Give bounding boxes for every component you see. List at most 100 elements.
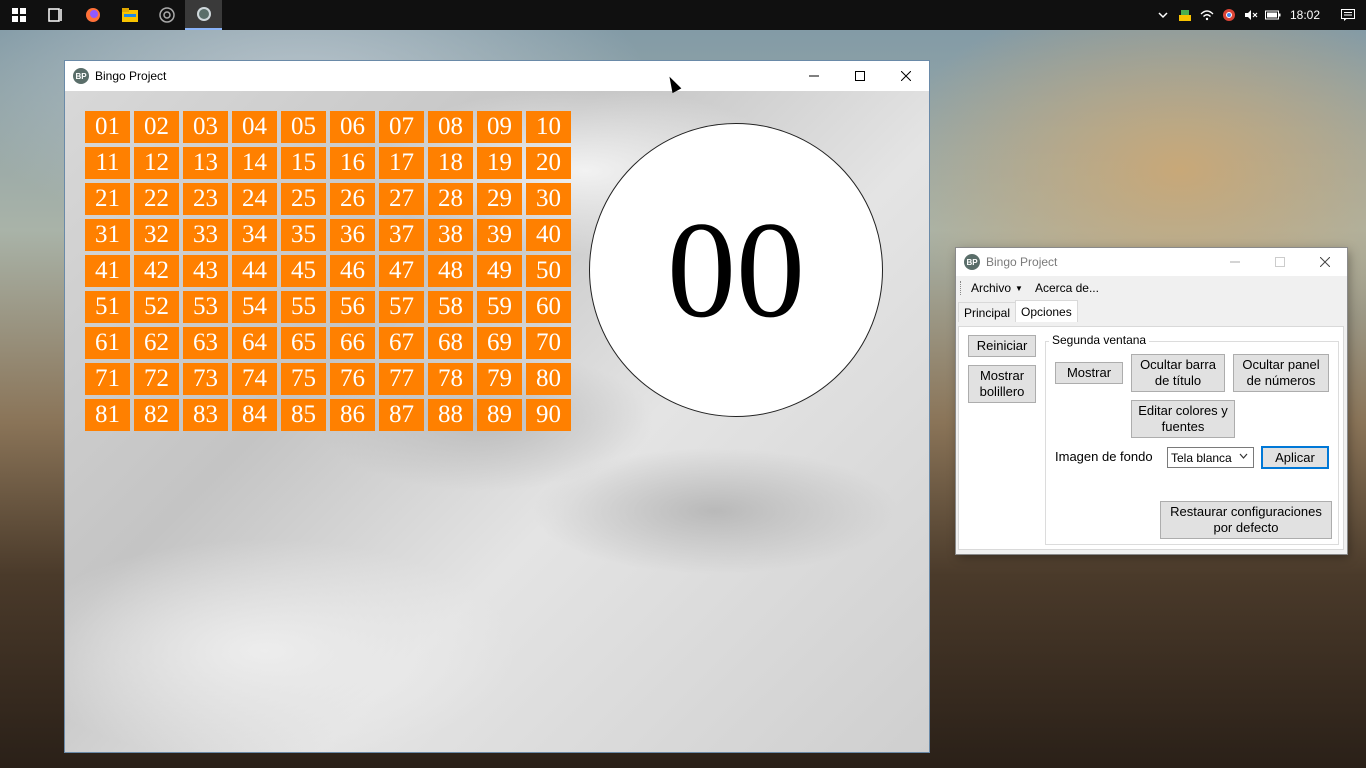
tab-principal[interactable]: Principal <box>958 302 1017 322</box>
menu-archivo[interactable]: Archivo ▼ <box>965 281 1029 295</box>
number-cell: 50 <box>526 255 571 287</box>
number-cell: 42 <box>134 255 179 287</box>
number-cell: 37 <box>379 219 424 251</box>
ocultar-barra-button[interactable]: Ocultar barra de título <box>1131 354 1225 392</box>
number-cell: 52 <box>134 291 179 323</box>
number-cell: 71 <box>85 363 130 395</box>
network-activity-icon[interactable] <box>1174 0 1196 30</box>
number-cell: 14 <box>232 147 277 179</box>
number-cell: 60 <box>526 291 571 323</box>
mostrar-button[interactable]: Mostrar <box>1055 362 1123 384</box>
number-cell: 75 <box>281 363 326 395</box>
task-view-icon[interactable] <box>37 0 74 30</box>
reiniciar-button[interactable]: Reiniciar <box>968 335 1036 357</box>
number-cell: 26 <box>330 183 375 215</box>
number-cell: 87 <box>379 399 424 431</box>
number-cell: 21 <box>85 183 130 215</box>
wifi-icon[interactable] <box>1196 0 1218 30</box>
number-cell: 15 <box>281 147 326 179</box>
minimize-button[interactable] <box>1212 248 1257 276</box>
number-cell: 90 <box>526 399 571 431</box>
number-cell: 77 <box>379 363 424 395</box>
number-cell: 06 <box>330 111 375 143</box>
number-cell: 55 <box>281 291 326 323</box>
clock[interactable]: 18:02 <box>1284 8 1330 22</box>
mostrar-bolillero-button[interactable]: Mostrar bolillero <box>968 365 1036 403</box>
restaurar-button[interactable]: Restaurar configuraciones por defecto <box>1160 501 1332 539</box>
windows-start-icon[interactable] <box>0 0 37 30</box>
aplicar-button[interactable]: Aplicar <box>1261 446 1329 469</box>
close-button[interactable] <box>883 61 929 91</box>
number-cell: 03 <box>183 111 228 143</box>
taskbar: 18:02 <box>0 0 1366 30</box>
bingo-project-icon[interactable] <box>185 0 222 30</box>
number-cell: 41 <box>85 255 130 287</box>
menu-acerca[interactable]: Acerca de... <box>1029 281 1105 295</box>
number-cell: 35 <box>281 219 326 251</box>
number-cell: 56 <box>330 291 375 323</box>
number-cell: 40 <box>526 219 571 251</box>
ocultar-panel-button[interactable]: Ocultar panel de números <box>1233 354 1329 392</box>
number-cell: 30 <box>526 183 571 215</box>
chevron-up-icon[interactable] <box>1152 0 1174 30</box>
tab-opciones[interactable]: Opciones <box>1015 300 1078 322</box>
imagen-fondo-select[interactable]: Tela blanca <box>1167 447 1254 468</box>
number-cell: 79 <box>477 363 522 395</box>
current-number: 00 <box>667 193 805 346</box>
number-cell: 44 <box>232 255 277 287</box>
chrome-icon[interactable] <box>148 0 185 30</box>
number-cell: 65 <box>281 327 326 359</box>
number-cell: 54 <box>232 291 277 323</box>
battery-icon[interactable] <box>1262 0 1284 30</box>
main-content: 01 02 03 04 05 06 07 08 09 10 11 12 13 14 15 16 17 18 19 20… <box>65 91 929 752</box>
number-cell: 28 <box>428 183 473 215</box>
number-cell: 62 <box>134 327 179 359</box>
number-cell: 10 <box>526 111 571 143</box>
file-explorer-icon[interactable] <box>111 0 148 30</box>
bingo-ball: 00 <box>589 123 883 417</box>
close-button[interactable] <box>1302 248 1347 276</box>
number-cell: 07 <box>379 111 424 143</box>
number-cell: 24 <box>232 183 277 215</box>
chrome-tray-icon[interactable] <box>1218 0 1240 30</box>
number-cell: 18 <box>428 147 473 179</box>
number-cell: 78 <box>428 363 473 395</box>
firefox-icon[interactable] <box>74 0 111 30</box>
number-cell: 72 <box>134 363 179 395</box>
number-cell: 51 <box>85 291 130 323</box>
editar-colores-button[interactable]: Editar colores y fuentes <box>1131 400 1235 438</box>
number-cell: 88 <box>428 399 473 431</box>
number-cell: 61 <box>85 327 130 359</box>
number-cell: 70 <box>526 327 571 359</box>
number-cell: 58 <box>428 291 473 323</box>
caret-down-icon: ▼ <box>1015 283 1023 293</box>
main-titlebar[interactable]: BP Bingo Project <box>65 61 929 91</box>
number-cell: 73 <box>183 363 228 395</box>
number-cell: 45 <box>281 255 326 287</box>
number-cell: 48 <box>428 255 473 287</box>
menu-archivo-label: Archivo <box>971 281 1012 295</box>
number-cell: 09 <box>477 111 522 143</box>
number-cell: 84 <box>232 399 277 431</box>
volume-muted-icon[interactable] <box>1240 0 1262 30</box>
number-cell: 46 <box>330 255 375 287</box>
number-cell: 36 <box>330 219 375 251</box>
number-cell: 38 <box>428 219 473 251</box>
number-cell: 82 <box>134 399 179 431</box>
number-cell: 27 <box>379 183 424 215</box>
number-cell: 16 <box>330 147 375 179</box>
menubar: Archivo ▼ Acerca de... <box>956 276 1347 300</box>
options-titlebar[interactable]: BP Bingo Project <box>956 248 1347 276</box>
number-cell: 74 <box>232 363 277 395</box>
maximize-button[interactable] <box>1257 248 1302 276</box>
number-cell: 85 <box>281 399 326 431</box>
number-cell: 83 <box>183 399 228 431</box>
minimize-button[interactable] <box>791 61 837 91</box>
bingo-app-icon: BP <box>73 68 89 84</box>
number-cell: 08 <box>428 111 473 143</box>
number-cell: 53 <box>183 291 228 323</box>
maximize-button[interactable] <box>837 61 883 91</box>
number-cell: 76 <box>330 363 375 395</box>
number-cell: 68 <box>428 327 473 359</box>
notification-icon[interactable] <box>1330 0 1366 30</box>
